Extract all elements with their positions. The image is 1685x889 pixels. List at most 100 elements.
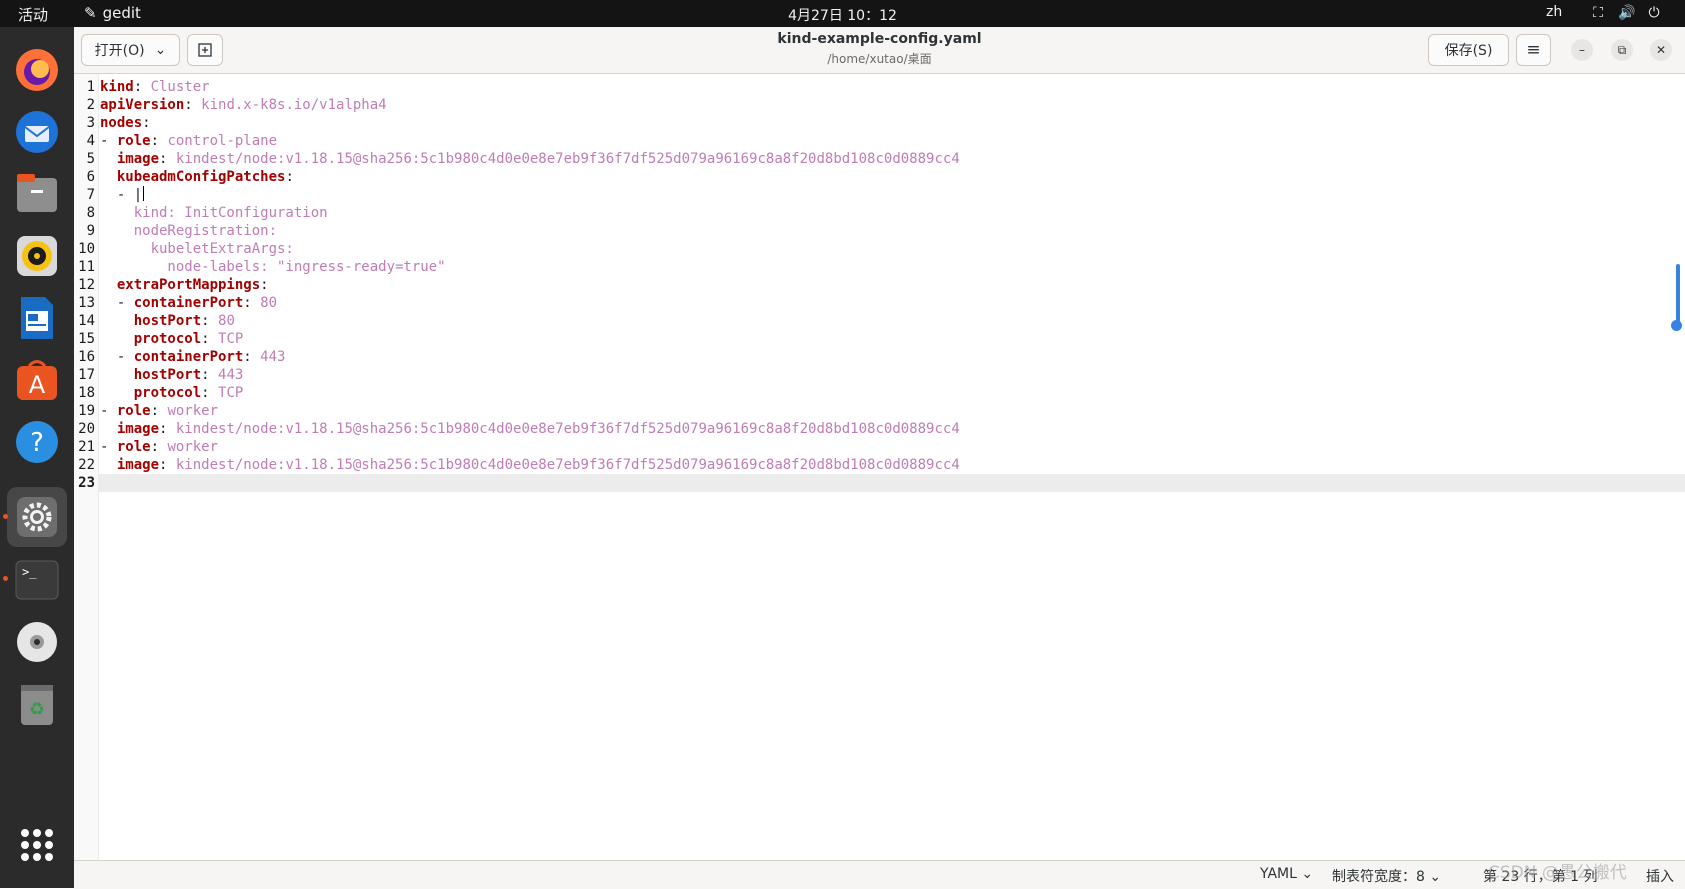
dock-files[interactable] xyxy=(12,169,62,219)
chevron-down-icon: ⌄ xyxy=(1301,866,1314,882)
line-number: 4 xyxy=(86,133,95,149)
input-language[interactable]: zh xyxy=(1546,4,1562,20)
line-number: 22 xyxy=(78,457,95,473)
line-number-gutter: 1 2 3 4 5 6 7 8 9 10 11 12 13 14 15 16 17 18 19 20 21 22 23 xyxy=(74,74,99,860)
code-line[interactable]: kind: Cluster xyxy=(100,78,210,96)
code-line[interactable]: nodeRegistration: xyxy=(100,222,277,240)
running-indicator xyxy=(3,514,8,519)
app-grid-icon[interactable] xyxy=(21,829,53,861)
yaml-value: kindest/node:v1.18.15@sha256:5c1b980c4d0… xyxy=(175,151,960,167)
yaml-punctuation xyxy=(100,277,117,293)
restore-icon: ⧉ xyxy=(1617,42,1627,57)
code-line[interactable]: - containerPort: 80 xyxy=(100,294,277,312)
chevron-down-icon: ⌄ xyxy=(1429,869,1442,885)
settings-icon xyxy=(17,497,57,537)
code-line[interactable]: - role: worker xyxy=(100,438,218,456)
line-number: 18 xyxy=(78,385,95,401)
power-icon: ⏻ xyxy=(1648,5,1660,21)
yaml-punctuation: - | xyxy=(100,187,143,203)
yaml-key: hostPort xyxy=(133,313,202,329)
files-icon xyxy=(17,174,57,212)
yaml-value: 443 xyxy=(260,349,286,365)
yaml-punctuation: : xyxy=(201,331,219,347)
code-line[interactable]: protocol: TCP xyxy=(100,330,244,348)
firefox-icon xyxy=(16,49,58,91)
yaml-punctuation xyxy=(100,313,134,329)
help-icon: ? xyxy=(16,421,58,463)
clock[interactable]: 4月27日 10：12 xyxy=(0,5,1685,25)
dock-trash[interactable]: ♻ xyxy=(12,679,62,729)
yaml-punctuation: : xyxy=(150,439,168,455)
code-line[interactable]: kind: InitConfiguration xyxy=(100,204,328,222)
tab-width-selector[interactable]: 制表符宽度：8 ⌄ xyxy=(1332,866,1441,886)
dock-rhythmbox[interactable] xyxy=(12,231,62,281)
code-line[interactable]: - role: control-plane xyxy=(100,132,277,150)
yaml-key: image xyxy=(116,457,160,473)
volume-icon: 🔊 xyxy=(1618,5,1636,21)
new-document-icon xyxy=(198,43,212,57)
language-selector[interactable]: YAML ⌄ xyxy=(1260,866,1313,882)
code-line[interactable]: hostPort: 80 xyxy=(100,312,235,330)
network-icon: ⛶ xyxy=(1593,5,1603,21)
status-bar: YAML ⌄ 制表符宽度：8 ⌄ 第 23 行，第 1 列 插入 xyxy=(74,860,1685,889)
dock-firefox[interactable] xyxy=(12,45,62,95)
hamburger-menu-button[interactable]: ≡ xyxy=(1516,34,1551,66)
yaml-punctuation: : xyxy=(150,403,168,419)
system-tray[interactable]: ⛶ 🔊 ⏻ xyxy=(1590,5,1662,21)
line-number: 12 xyxy=(78,277,95,293)
yaml-key: extraPortMappings xyxy=(116,277,261,293)
code-line[interactable]: - | xyxy=(100,186,145,204)
dock-thunderbird[interactable] xyxy=(12,107,62,157)
code-line[interactable]: hostPort: 443 xyxy=(100,366,244,384)
scrollbar-handle[interactable] xyxy=(1671,320,1682,331)
top-bar: 活动 ✎ gedit 4月27日 10：12 zh ⛶ 🔊 ⏻ xyxy=(0,0,1685,27)
maximize-button[interactable]: ⧉ xyxy=(1611,39,1633,61)
dock-terminal[interactable]: >_ xyxy=(12,555,62,605)
hamburger-icon: ≡ xyxy=(1526,40,1541,60)
open-button[interactable]: 打开(O) ⌄ xyxy=(81,34,180,66)
yaml-punctuation xyxy=(100,421,117,437)
yaml-punctuation: : xyxy=(142,115,151,131)
line-number: 9 xyxy=(86,223,95,239)
minimize-button[interactable]: – xyxy=(1571,39,1593,61)
software-center-icon: A xyxy=(17,360,57,400)
code-line[interactable]: apiVersion: kind.x-k8s.io/v1alpha4 xyxy=(100,96,387,114)
close-button[interactable]: ✕ xyxy=(1650,39,1672,61)
dock-writer[interactable] xyxy=(12,293,62,343)
text-editor[interactable]: 1 2 3 4 5 6 7 8 9 10 11 12 13 14 15 16 17 18 19 20 21 22 23 ki… xyxy=(74,74,1685,860)
dock-software[interactable]: A xyxy=(12,355,62,405)
yaml-value: 80 xyxy=(218,313,235,329)
line-number: 23 xyxy=(78,475,95,491)
yaml-key: containerPort xyxy=(133,349,244,365)
yaml-key: image xyxy=(116,421,160,437)
code-line[interactable]: nodes: xyxy=(100,114,151,132)
yaml-punctuation: : xyxy=(260,277,269,293)
code-line[interactable]: - containerPort: 443 xyxy=(100,348,286,366)
code-line[interactable]: kubeletExtraArgs: xyxy=(100,240,294,258)
code-line[interactable]: node-labels: "ingress-ready=true" xyxy=(100,258,445,276)
yaml-key: role xyxy=(116,133,151,149)
dock-dvd[interactable] xyxy=(12,617,62,667)
code-line[interactable]: image: kindest/node:v1.18.15@sha256:5c1b… xyxy=(100,150,960,168)
code-line[interactable]: kubeadmConfigPatches: xyxy=(100,168,294,186)
line-number: 19 xyxy=(78,403,95,419)
yaml-key: kubeadmConfigPatches xyxy=(116,169,286,185)
language-label: YAML xyxy=(1260,866,1297,882)
yaml-punctuation: : xyxy=(159,151,176,167)
scrollbar-thumb[interactable] xyxy=(1676,264,1680,326)
code-line[interactable]: - role: worker xyxy=(100,402,218,420)
code-line[interactable]: image: kindest/node:v1.18.15@sha256:5c1b… xyxy=(100,420,960,438)
code-line[interactable]: protocol: TCP xyxy=(100,384,244,402)
code-line[interactable]: extraPortMappings: xyxy=(100,276,269,294)
new-tab-button[interactable] xyxy=(187,34,223,66)
code-line[interactable]: image: kindest/node:v1.18.15@sha256:5c1b… xyxy=(100,456,960,474)
insert-mode[interactable]: 插入 xyxy=(1646,866,1674,886)
thunderbird-icon xyxy=(16,111,58,153)
save-button[interactable]: 保存(S) xyxy=(1428,34,1509,66)
yaml-key: apiVersion xyxy=(100,97,185,113)
dock-settings[interactable] xyxy=(7,487,67,547)
yaml-punctuation xyxy=(100,367,134,383)
yaml-value: worker xyxy=(167,439,219,455)
dock-help[interactable]: ? xyxy=(12,417,62,467)
libreoffice-writer-icon xyxy=(21,297,53,339)
